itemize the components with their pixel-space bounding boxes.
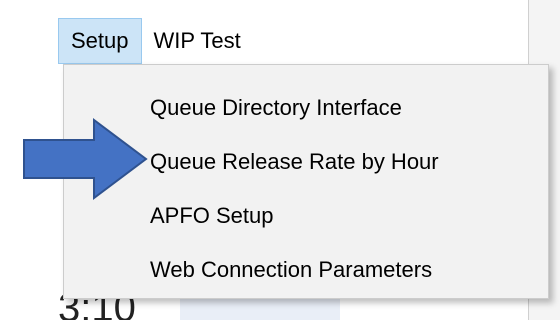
arrow-shape xyxy=(23,118,148,200)
menu-item-label: Web Connection Parameters xyxy=(150,257,433,282)
menu-item-label: Queue Release Rate by Hour xyxy=(150,149,439,174)
menu-item-label: Queue Directory Interface xyxy=(150,95,402,120)
menu-setup-label: Setup xyxy=(71,28,129,53)
menu-item-label: APFO Setup xyxy=(150,203,274,228)
menu-wip-test[interactable]: WIP Test xyxy=(142,18,253,64)
menu-wip-test-label: WIP Test xyxy=(153,28,241,53)
menu-item-web-connection-parameters[interactable]: Web Connection Parameters xyxy=(64,243,548,297)
menu-setup[interactable]: Setup xyxy=(58,18,142,64)
menu-bar: Setup WIP Test xyxy=(58,18,528,64)
right-arrow-icon xyxy=(23,118,148,200)
